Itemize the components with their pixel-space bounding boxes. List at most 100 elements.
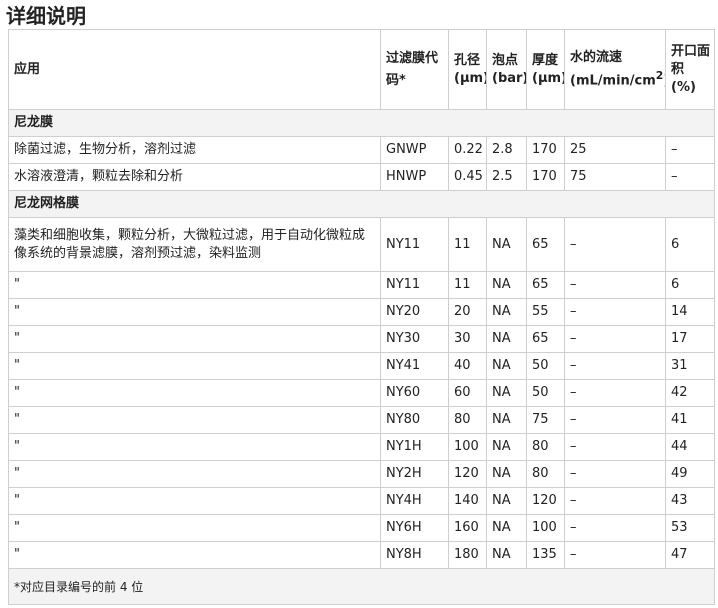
table-row: 除菌过滤，生物分析，溶剂过滤 GNWP 0.22 2.8 170 25–: [8, 136, 715, 164]
col-header-flow-line1: 水的流速: [570, 49, 623, 65]
col-header-thickness-line1: 厚度: [532, 52, 559, 68]
cell-water-flow: –: [564, 433, 666, 461]
spec-table: 应用 过滤膜代码* 孔径 (μm) 泡点 (bar) 厚度 (μm) 水的流速 …: [8, 29, 715, 605]
cell-water-flow: –: [564, 487, 666, 515]
cell-thickness: 120: [526, 487, 565, 515]
cell-bubble-point: NA: [486, 460, 527, 488]
cell-filter-code: NY30: [380, 325, 449, 353]
table-row: " NY1H 100 NA 80–44: [8, 433, 715, 461]
col-header-open-line3: (%): [671, 79, 696, 95]
col-header-open-line2: 积: [671, 61, 685, 77]
cell-open-area: 47: [665, 541, 715, 569]
cell-open-area: 31: [665, 352, 715, 380]
col-header-open-line1: 开口面: [671, 43, 711, 59]
cell-application: ": [8, 325, 381, 353]
cell-application: ": [8, 379, 381, 407]
col-header-bubble-line1: 泡点: [492, 52, 519, 68]
cell-filter-code: NY60: [380, 379, 449, 407]
cell-pore-size: 120: [448, 460, 487, 488]
table-row: " NY6H 160 NA 100–53: [8, 514, 715, 542]
cell-bubble-point: NA: [486, 271, 527, 299]
cell-open-area: 49: [665, 460, 715, 488]
cell-application: 除菌过滤，生物分析，溶剂过滤: [8, 136, 381, 164]
cell-application: ": [8, 406, 381, 434]
cell-application: 藻类和细胞收集，颗粒分析，大微粒过滤，用于自动化微粒成像系统的背景滤膜，溶剂预过…: [8, 217, 381, 272]
cell-thickness: 80: [526, 460, 565, 488]
cell-open-area: 42: [665, 379, 715, 407]
cell-bubble-point: NA: [486, 379, 527, 407]
cell-filter-code: NY2H: [380, 460, 449, 488]
table-row: " NY30 30 NA 65–17: [8, 325, 715, 353]
table-row: " NY8H 180 NA 135–47: [8, 541, 715, 569]
cell-water-flow: 75: [564, 163, 666, 191]
section-row: 尼龙网格膜: [8, 190, 715, 218]
cell-water-flow: –: [564, 325, 666, 353]
cell-open-area: 43: [665, 487, 715, 515]
cell-filter-code: NY4H: [380, 487, 449, 515]
col-header-thickness: 厚度 (μm): [526, 29, 565, 110]
cell-pore-size: 0.22: [448, 136, 487, 164]
cell-bubble-point: NA: [486, 325, 527, 353]
cell-open-area: –: [665, 136, 715, 164]
cell-pore-size: 180: [448, 541, 487, 569]
cell-water-flow: –: [564, 406, 666, 434]
table-row: " NY4H 140 NA 120–43: [8, 487, 715, 515]
cell-bubble-point: NA: [486, 541, 527, 569]
cell-open-area: 6: [665, 271, 715, 299]
table-row: 水溶液澄清，颗粒去除和分析 HNWP 0.45 2.5 170 75–: [8, 163, 715, 191]
cell-open-area: 6: [665, 217, 715, 272]
cell-pore-size: 60: [448, 379, 487, 407]
cell-thickness: 65: [526, 271, 565, 299]
footnote-row: *对应目录编号的前 4 位: [8, 568, 715, 605]
col-header-bubble: 泡点 (bar): [486, 29, 527, 110]
cell-thickness: 55: [526, 298, 565, 326]
cell-bubble-point: NA: [486, 298, 527, 326]
cell-thickness: 65: [526, 217, 565, 272]
cell-pore-size: 40: [448, 352, 487, 380]
cell-thickness: 50: [526, 379, 565, 407]
cell-pore-size: 100: [448, 433, 487, 461]
cell-thickness: 50: [526, 352, 565, 380]
cell-water-flow: –: [564, 298, 666, 326]
cell-pore-size: 140: [448, 487, 487, 515]
cell-pore-size: 11: [448, 217, 487, 272]
cell-water-flow: –: [564, 352, 666, 380]
cell-open-area: –: [665, 163, 715, 191]
cell-water-flow: –: [564, 271, 666, 299]
table-body: 尼龙膜 除菌过滤，生物分析，溶剂过滤 GNWP 0.22 2.8 170 25– 水溶液澄清，…: [8, 109, 715, 569]
cell-open-area: 44: [665, 433, 715, 461]
table-row: " NY80 80 NA 75–41: [8, 406, 715, 434]
cell-open-area: 53: [665, 514, 715, 542]
section-title: 尼龙网格膜: [8, 190, 715, 218]
cell-bubble-point: NA: [486, 514, 527, 542]
cell-water-flow: –: [564, 217, 666, 272]
section-title: 尼龙膜: [8, 109, 715, 137]
cell-water-flow: 25: [564, 136, 666, 164]
col-header-code: 过滤膜代码*: [380, 29, 449, 110]
cell-thickness: 75: [526, 406, 565, 434]
cell-pore-size: 0.45: [448, 163, 487, 191]
cell-thickness: 65: [526, 325, 565, 353]
table-row: " NY41 40 NA 50–31: [8, 352, 715, 380]
cell-thickness: 135: [526, 541, 565, 569]
cell-application: ": [8, 352, 381, 380]
col-header-flow: 水的流速 (mL/min/cm2): [564, 29, 666, 110]
cell-open-area: 14: [665, 298, 715, 326]
cell-application: ": [8, 541, 381, 569]
table-row: " NY60 60 NA 50–42: [8, 379, 715, 407]
table-row: " NY20 20 NA 55–14: [8, 298, 715, 326]
cell-pore-size: 80: [448, 406, 487, 434]
col-header-pore: 孔径 (μm): [448, 29, 487, 110]
table-row: " NY11 11 NA 65–6: [8, 271, 715, 299]
cell-water-flow: –: [564, 379, 666, 407]
cell-open-area: 17: [665, 325, 715, 353]
cell-bubble-point: 2.5: [486, 163, 527, 191]
cell-application: ": [8, 433, 381, 461]
cell-bubble-point: NA: [486, 433, 527, 461]
cell-application: ": [8, 460, 381, 488]
cell-bubble-point: NA: [486, 352, 527, 380]
col-header-pore-line2: (μm): [454, 70, 487, 86]
cell-application: ": [8, 298, 381, 326]
cell-water-flow: –: [564, 541, 666, 569]
col-header-open-area: 开口面 积 (%): [665, 29, 715, 110]
